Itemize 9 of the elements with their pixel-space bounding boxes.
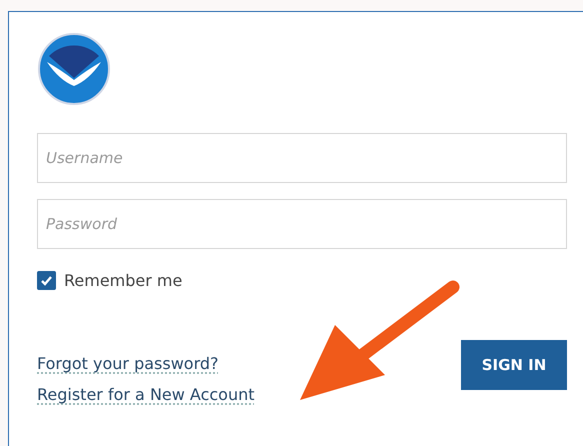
remember-label: Remember me [64, 271, 182, 290]
remember-checkbox[interactable] [37, 271, 56, 290]
account-link[interactable]: Forgot your password? [37, 354, 255, 373]
account-link[interactable]: Register for a New Account [37, 385, 255, 404]
logo-icon [37, 32, 111, 106]
username-field[interactable]: Username [37, 133, 567, 183]
checkmark-icon [40, 274, 53, 287]
sign-in-button[interactable]: SIGN IN [461, 340, 567, 390]
password-field[interactable]: Password [37, 199, 567, 249]
